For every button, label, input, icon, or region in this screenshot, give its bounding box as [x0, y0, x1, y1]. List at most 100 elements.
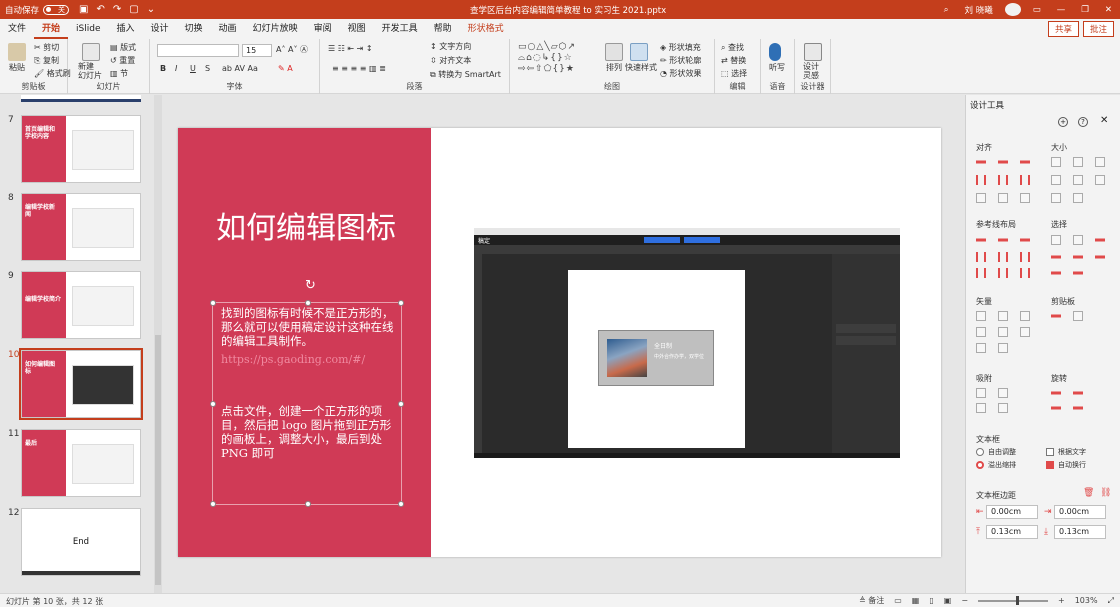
- same-width-icon[interactable]: [1051, 157, 1061, 167]
- editor-screenshot[interactable]: 稿定 全日制 中外合作办学，双学位: [474, 228, 900, 458]
- tab-home[interactable]: 开始: [34, 19, 69, 39]
- font-size-controls[interactable]: A˄ A˅ Ⓐ: [276, 44, 308, 55]
- font-color-icon[interactable]: ✎ A: [278, 64, 293, 73]
- autosave[interactable]: 自动保存 关: [5, 4, 70, 16]
- tab-insert[interactable]: 插入: [109, 19, 143, 39]
- select-icon[interactable]: [1095, 238, 1105, 242]
- copy-icon[interactable]: [1051, 314, 1061, 318]
- user-name[interactable]: 刘 晓曦: [957, 4, 1001, 16]
- tab-view[interactable]: 视图: [340, 19, 374, 39]
- thumbnail-slide-8[interactable]: 8 编辑学校新 闻: [0, 193, 152, 263]
- fit-text-checkbox[interactable]: [1046, 448, 1054, 456]
- rotate-handle-icon[interactable]: ↻: [305, 278, 316, 293]
- guide-icon[interactable]: [976, 252, 986, 262]
- normal-view-icon[interactable]: ▭: [894, 596, 902, 605]
- shape-outline-button[interactable]: ✏ 形状轮廓: [660, 55, 701, 66]
- flip-icon[interactable]: [1051, 406, 1061, 410]
- margin-top-input[interactable]: 0.13cm: [986, 525, 1038, 539]
- zoom-slider[interactable]: [978, 595, 1049, 605]
- snap-icon[interactable]: [998, 388, 1008, 398]
- overflow-radio[interactable]: [976, 461, 984, 469]
- document-title[interactable]: 查学区后台内容编辑简单教程 to 实习生 2021.pptx: [470, 4, 666, 16]
- new-slide-icon[interactable]: [82, 43, 100, 61]
- text-direction-button[interactable]: ↕ 文字方向: [430, 41, 471, 52]
- share-button[interactable]: 共享: [1047, 21, 1079, 37]
- tab-islide[interactable]: iSlide: [68, 19, 108, 39]
- smartart-button[interactable]: ⧉ 转换为 SmartArt: [430, 69, 501, 80]
- slideshow-view-icon[interactable]: ▣: [944, 596, 952, 605]
- italic-button[interactable]: I: [175, 64, 177, 73]
- copy-button[interactable]: ⎘ 复制: [34, 55, 59, 66]
- format-painter-button[interactable]: 🖌 格式刷: [34, 68, 71, 79]
- bold-button[interactable]: B: [160, 64, 166, 73]
- distribute-v-icon[interactable]: [998, 193, 1008, 203]
- zoom-out-icon[interactable]: −: [961, 596, 968, 605]
- quick-styles-button[interactable]: 快速样式: [625, 62, 657, 73]
- thumbnails-scrollbar[interactable]: [154, 95, 162, 593]
- align-right-icon[interactable]: [1020, 160, 1030, 164]
- align-bottom-icon[interactable]: [1020, 175, 1030, 185]
- font-name-field[interactable]: [157, 44, 239, 57]
- size-icon[interactable]: [1095, 175, 1105, 185]
- section-button[interactable]: ▥ 节: [110, 68, 128, 79]
- auto-adjust-radio[interactable]: [976, 448, 984, 456]
- close-icon[interactable]: ✕: [1097, 5, 1120, 15]
- vector-icon[interactable]: [1020, 311, 1030, 321]
- select-icon[interactable]: [1073, 235, 1083, 245]
- tab-file[interactable]: 文件: [0, 19, 34, 39]
- thumbnail-slide-7[interactable]: 7 首页编辑和 学校内容: [0, 115, 152, 185]
- tab-developer[interactable]: 开发工具: [374, 19, 426, 39]
- margin-left-input[interactable]: 0.00cm: [986, 505, 1038, 519]
- close-pane-icon[interactable]: ✕: [1100, 115, 1108, 126]
- guide-icon[interactable]: [998, 268, 1008, 278]
- thumbnail-partial[interactable]: [21, 95, 141, 102]
- paste-icon[interactable]: [8, 43, 26, 61]
- resize-handle[interactable]: [398, 501, 404, 507]
- rotate-icon[interactable]: [1051, 391, 1061, 395]
- zoom-level[interactable]: 103%: [1075, 596, 1098, 605]
- present-icon[interactable]: ▢: [129, 4, 138, 15]
- align-center-icon[interactable]: [998, 160, 1008, 164]
- distribute-h-icon[interactable]: [976, 193, 986, 203]
- restore-icon[interactable]: ❐: [1073, 5, 1097, 15]
- size-icon[interactable]: [1051, 175, 1061, 185]
- select-icon[interactable]: [1051, 271, 1061, 275]
- redo-icon[interactable]: ↷: [113, 4, 121, 15]
- select-icon[interactable]: [1051, 235, 1061, 245]
- align-top-icon[interactable]: [976, 175, 986, 185]
- arrange-icon[interactable]: [605, 43, 623, 61]
- slide-10[interactable]: 如何编辑图标 ↻ 找到的图标有时候不是正方形的，那么就可以使用稿定设计这种在线的…: [178, 128, 941, 557]
- list-buttons[interactable]: ☰ ☷ ⇤ ⇥ ↕: [328, 44, 373, 53]
- vector-icon[interactable]: [998, 343, 1008, 353]
- snap-icon[interactable]: [998, 403, 1008, 413]
- comment-button[interactable]: 批注: [1082, 21, 1114, 37]
- reading-view-icon[interactable]: ▯: [929, 596, 933, 605]
- design-ideas-button[interactable]: 设计 灵感: [803, 62, 819, 80]
- vector-icon[interactable]: [976, 327, 986, 337]
- ribbon-options-icon[interactable]: ▭: [1025, 5, 1049, 15]
- select-icon[interactable]: [1051, 255, 1061, 259]
- tab-shape-format[interactable]: 形状格式: [460, 19, 512, 39]
- tab-transitions[interactable]: 切换: [177, 19, 211, 39]
- same-height-icon[interactable]: [1073, 157, 1083, 167]
- search-icon[interactable]: ⌕: [936, 5, 957, 15]
- body-paragraph-2[interactable]: 点击文件，创建一个正方形的项目，然后把 logo 图片拖到正方形的画板上，调整大…: [221, 404, 401, 460]
- cut-button[interactable]: ✂ 剪切: [34, 42, 59, 53]
- margin-right-input[interactable]: 0.00cm: [1054, 505, 1106, 519]
- align-left-icon[interactable]: [976, 160, 986, 164]
- paste-button[interactable]: 粘贴: [9, 62, 25, 73]
- paste-icon[interactable]: [1073, 311, 1083, 321]
- select-icon[interactable]: [1095, 255, 1105, 259]
- arrange-button[interactable]: 排列: [606, 62, 622, 73]
- resize-handle[interactable]: [305, 501, 311, 507]
- tab-animations[interactable]: 动画: [211, 19, 245, 39]
- trash-icon[interactable]: 🗑: [1083, 488, 1094, 498]
- select-icon[interactable]: [1073, 255, 1083, 259]
- body-paragraph-1[interactable]: 找到的图标有时候不是正方形的，那么就可以使用稿定设计这种在线的编辑工具制作。: [221, 306, 401, 348]
- link-icon[interactable]: ⛓: [1100, 488, 1111, 498]
- shapes-gallery[interactable]: ▭○△╲▱⬡↗ ⌓⌂◌↳{}☆ ⇨⇦⇧⬠{}★: [518, 42, 586, 80]
- distribute-icon[interactable]: [1020, 193, 1030, 203]
- tab-help[interactable]: 帮助: [426, 19, 460, 39]
- shadow-button[interactable]: S: [205, 64, 210, 73]
- thumbnail-slide-10[interactable]: 10 如何编辑图 标: [0, 348, 152, 420]
